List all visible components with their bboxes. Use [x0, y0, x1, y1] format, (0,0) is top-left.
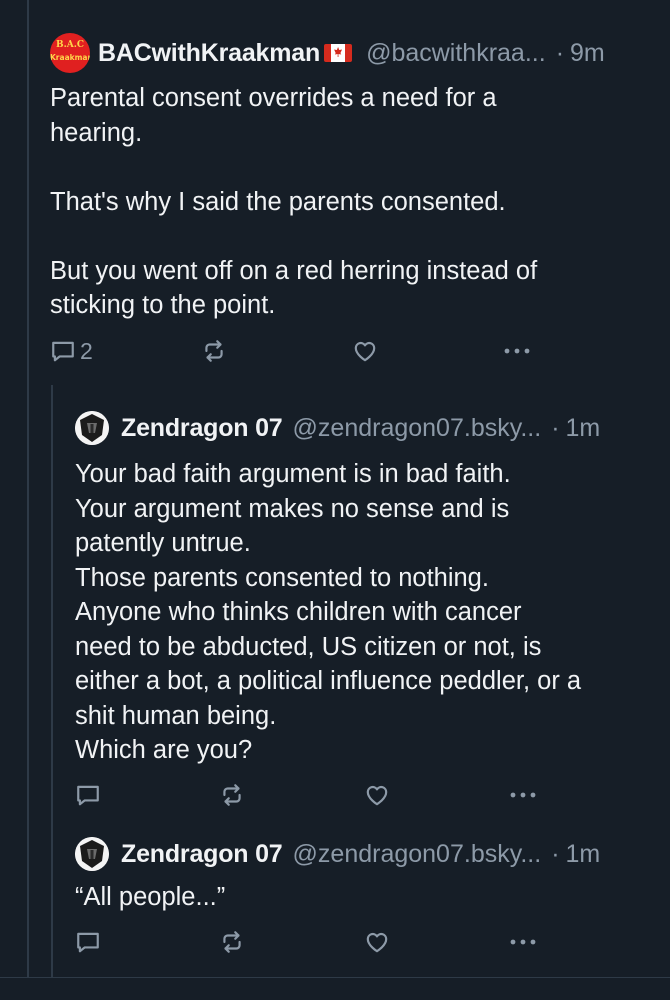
avatar[interactable]	[75, 411, 109, 445]
avatar[interactable]	[75, 837, 109, 871]
repost-icon	[223, 784, 241, 806]
handle[interactable]: @bacwithkraa...	[366, 39, 546, 68]
like-button[interactable]	[352, 337, 378, 365]
post-header: B.A.C Kraakman BACwithKraakman @bacwithk…	[50, 30, 660, 76]
display-name[interactable]: BACwithKraakman	[98, 39, 320, 68]
divider	[0, 977, 670, 978]
post-text: “All people...”	[75, 883, 226, 911]
post-text: Your bad faith argument is in bad faith.…	[75, 460, 582, 764]
like-button[interactable]	[364, 781, 390, 809]
more-options-button[interactable]	[508, 781, 538, 809]
thread-line	[27, 0, 29, 978]
like-button[interactable]	[364, 928, 390, 956]
separator-dot: ·	[555, 38, 565, 67]
display-name[interactable]: Zendragon 07	[121, 414, 283, 443]
more-options-button[interactable]	[502, 337, 532, 365]
repost-button[interactable]	[219, 781, 245, 809]
reply-button[interactable]	[75, 928, 105, 956]
reply-icon	[77, 932, 99, 953]
more-options-icon	[510, 939, 536, 945]
canada-flag-icon	[324, 44, 353, 62]
timestamp[interactable]: 1m	[566, 840, 601, 869]
reply-icon	[52, 341, 74, 362]
timestamp[interactable]: 9m	[570, 39, 605, 68]
thread-line-nested	[51, 385, 53, 978]
post-text: Parental consent overrides a need for a …	[50, 84, 538, 319]
repost-button[interactable]	[219, 928, 245, 956]
handle[interactable]: @zendragon07.bsky...	[293, 414, 542, 443]
heart-icon	[366, 785, 388, 806]
avatar-text-top: B.A.C	[55, 40, 85, 50]
repost-button[interactable]	[201, 337, 227, 365]
reply-button[interactable]: 2	[50, 337, 93, 365]
more-options-icon	[504, 348, 530, 354]
avatar-text-bottom: Kraakman	[50, 53, 90, 62]
reply-icon	[77, 785, 99, 806]
reply-count: 2	[80, 337, 93, 364]
post-bacwithkraakman[interactable]: B.A.C Kraakman BACwithKraakman @bacwithk…	[50, 30, 660, 323]
separator-dot: ·	[551, 839, 560, 868]
display-name[interactable]: Zendragon 07	[121, 840, 283, 869]
more-options-button[interactable]	[508, 928, 538, 956]
more-options-icon	[510, 792, 536, 798]
repost-icon	[205, 340, 223, 362]
heart-icon	[366, 932, 388, 953]
post-header: Zendragon 07 @zendragon07.bsky... · 1m	[75, 834, 660, 874]
avatar[interactable]: B.A.C Kraakman	[50, 33, 90, 73]
repost-icon	[223, 931, 241, 953]
post-zendragon-2[interactable]: Zendragon 07 @zendragon07.bsky... · 1m “…	[75, 834, 660, 915]
timestamp[interactable]: 1m	[566, 414, 601, 443]
handle[interactable]: @zendragon07.bsky...	[293, 840, 542, 869]
post-zendragon-1[interactable]: Zendragon 07 @zendragon07.bsky... · 1m Y…	[75, 408, 660, 768]
heart-icon	[354, 341, 376, 362]
post-header: Zendragon 07 @zendragon07.bsky... · 1m	[75, 408, 660, 448]
separator-dot: ·	[551, 413, 560, 442]
reply-button[interactable]	[75, 781, 105, 809]
